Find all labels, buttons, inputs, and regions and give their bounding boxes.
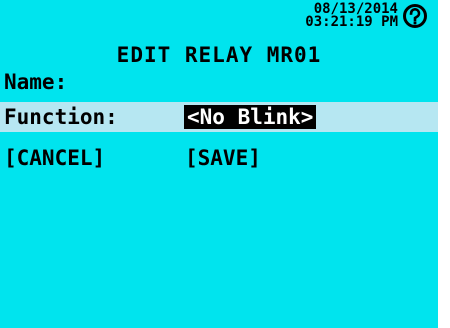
cancel-button[interactable]: [CANCEL] (4, 143, 105, 173)
relay-edit-screen: 08/13/2014 03:21:19 PM EDIT RELAY MR01 N… (0, 0, 438, 328)
action-buttons-row: [CANCEL] [SAVE] (0, 143, 438, 173)
save-button[interactable]: [SAVE] (185, 143, 261, 173)
time-text: 03:21:19 PM (305, 14, 398, 30)
name-label: Name: (4, 70, 68, 94)
name-row[interactable]: Name: (0, 67, 438, 97)
function-row[interactable]: Function: <No Blink> (0, 102, 438, 132)
help-icon-graphic (403, 4, 427, 28)
page-title: EDIT RELAY MR01 (116, 43, 322, 67)
datetime-display: 08/13/2014 03:21:19 PM (288, 2, 398, 30)
function-value-selector[interactable]: <No Blink> (184, 105, 317, 129)
function-label: Function: (4, 105, 118, 129)
help-circle-icon[interactable] (402, 3, 428, 29)
